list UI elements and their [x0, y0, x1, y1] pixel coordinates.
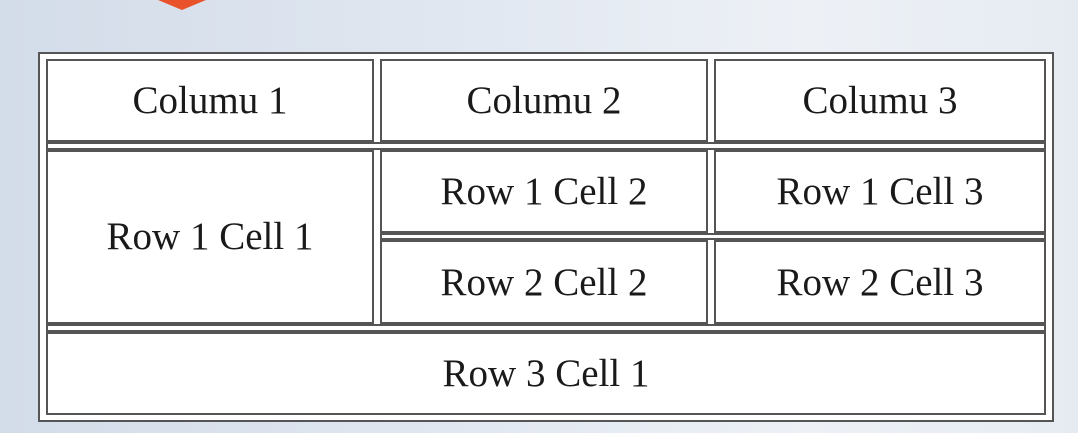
header-row: Columu 1 Columu 2 Columu 3: [46, 59, 1046, 143]
table-cell-row2-col2: Row 2 Cell 2: [380, 240, 708, 325]
header-cell-column-2: Columu 2: [380, 59, 708, 143]
table-cell-row1-col1: Row 1 Cell 1: [46, 149, 374, 325]
top-accent-shape: [158, 0, 206, 10]
table-cell-row3-col1: Row 3 Cell 1: [46, 331, 1046, 415]
row-spacer: [46, 142, 1046, 150]
table-row: Row 1 Cell 1 Row 1 Cell 2 Row 1 Cell 3: [46, 149, 1046, 325]
header-cell-column-3: Columu 3: [714, 59, 1046, 143]
header-cell-column-1: Columu 1: [46, 59, 374, 143]
row-spacer: [46, 324, 1046, 332]
table-cell-row1-col3: Row 1 Cell 3: [714, 149, 1046, 233]
data-table: Columu 1 Columu 2 Columu 3 Row 1 Cell 1 …: [46, 59, 1046, 415]
table-container: Columu 1 Columu 2 Columu 3 Row 1 Cell 1 …: [38, 52, 1054, 422]
table-cell-row1-col2: Row 1 Cell 2: [380, 149, 708, 233]
table-row: Row 3 Cell 1: [46, 331, 1046, 415]
table-cell-row2-col3: Row 2 Cell 3: [714, 240, 1046, 325]
